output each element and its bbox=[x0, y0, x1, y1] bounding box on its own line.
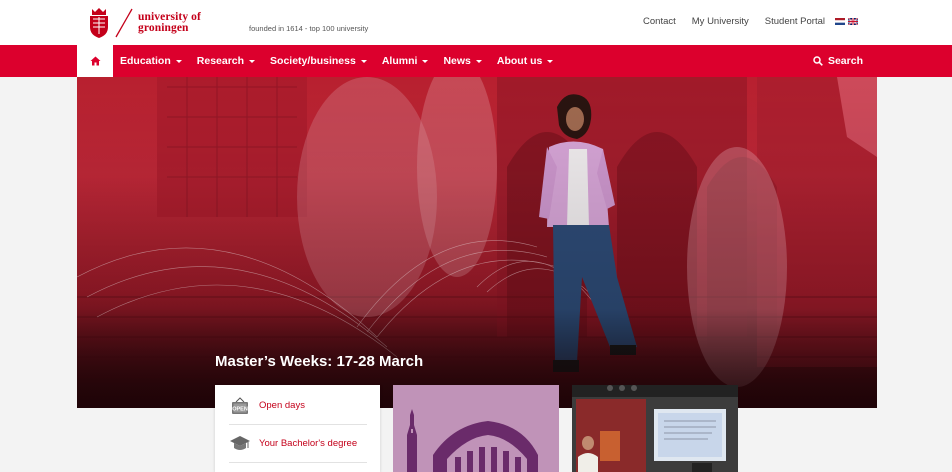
nav-item-label: Society/business bbox=[270, 55, 356, 67]
caret-down-icon bbox=[475, 59, 482, 63]
search-button[interactable]: Search bbox=[813, 45, 863, 77]
nav-item-news[interactable]: News bbox=[443, 55, 482, 67]
hero-banner[interactable]: Master’s Weeks: 17-28 March bbox=[77, 77, 877, 408]
crest-icon bbox=[90, 8, 108, 38]
nav-item-label: About us bbox=[496, 55, 543, 67]
nav-item-about-us[interactable]: About us bbox=[497, 55, 554, 67]
nav-item-label: Research bbox=[196, 55, 245, 67]
university-logo[interactable]: university of groningen bbox=[88, 5, 238, 41]
promo-tile-illustration[interactable] bbox=[393, 385, 559, 472]
contact-link[interactable]: Contact bbox=[643, 16, 676, 27]
caret-down-icon bbox=[422, 59, 429, 63]
search-icon bbox=[813, 56, 823, 66]
logo-line-2: groningen bbox=[138, 22, 189, 34]
quick-link-label: Open days bbox=[259, 400, 305, 411]
caret-down-icon bbox=[360, 59, 367, 63]
nav-item-research[interactable]: Research bbox=[196, 55, 256, 67]
home-icon bbox=[90, 56, 100, 66]
nav-item-label: Education bbox=[120, 55, 171, 67]
graduation-cap-icon bbox=[229, 434, 251, 454]
caret-down-icon bbox=[175, 59, 182, 63]
quick-link-open-days[interactable]: OPEN Open days bbox=[229, 387, 367, 425]
nav-menu: Education Research Society/business Alum… bbox=[120, 45, 568, 77]
logo-divider bbox=[115, 8, 133, 38]
promo-tile-photo[interactable] bbox=[572, 385, 738, 472]
tagline: founded in 1614 - top 100 university bbox=[249, 24, 369, 33]
hero-image bbox=[77, 77, 877, 408]
utility-links: Contact My University Student Portal bbox=[627, 16, 858, 27]
quick-link-label: Your Bachelor's degree bbox=[259, 438, 358, 449]
student-portal-link[interactable]: Student Portal bbox=[765, 16, 825, 27]
main-nav: Education Research Society/business Alum… bbox=[0, 45, 952, 77]
top-header: university of groningen founded in 1614 … bbox=[0, 0, 952, 45]
logo-wordmark: university of groningen bbox=[138, 11, 201, 34]
nl-flag-icon[interactable] bbox=[835, 18, 845, 25]
uk-flag-icon[interactable] bbox=[848, 18, 858, 25]
caret-down-icon bbox=[249, 59, 256, 63]
search-label: Search bbox=[827, 55, 863, 67]
event-photo bbox=[572, 385, 738, 472]
nav-item-alumni[interactable]: Alumni bbox=[382, 55, 429, 67]
nav-item-label: Alumni bbox=[381, 55, 418, 67]
my-university-link[interactable]: My University bbox=[692, 16, 749, 27]
nav-item-society-business[interactable]: Society/business bbox=[270, 55, 367, 67]
language-switcher bbox=[835, 18, 858, 25]
svg-text:OPEN: OPEN bbox=[232, 406, 248, 412]
open-sign-icon: OPEN bbox=[229, 396, 251, 416]
building-illustration bbox=[393, 385, 559, 472]
caret-down-icon bbox=[547, 59, 554, 63]
hero-title[interactable]: Master’s Weeks: 17-28 March bbox=[215, 353, 423, 370]
nav-item-label: News bbox=[443, 55, 471, 67]
quick-links-panel: OPEN Open days Your Bachelor's degree bbox=[215, 385, 380, 472]
home-button[interactable] bbox=[77, 45, 113, 77]
quick-link-bachelors[interactable]: Your Bachelor's degree bbox=[229, 425, 367, 463]
nav-item-education[interactable]: Education bbox=[120, 55, 182, 67]
